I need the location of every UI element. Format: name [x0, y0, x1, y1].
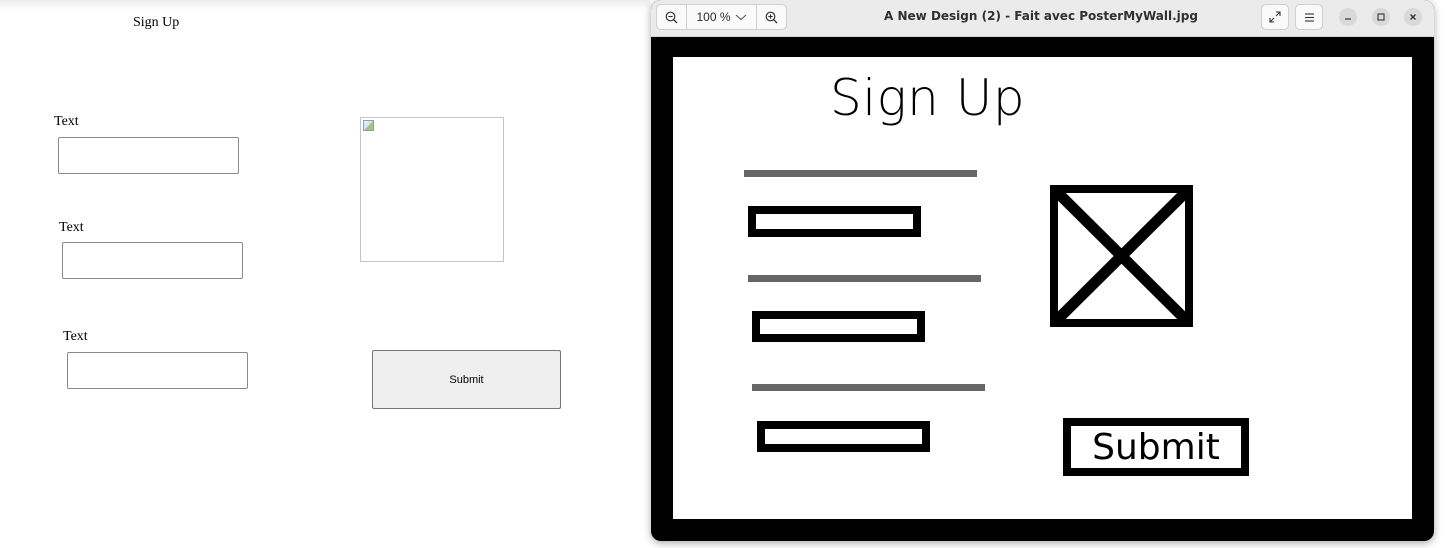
zoom-level-value: 100 % [696, 10, 731, 24]
zoom-level-dropdown[interactable]: 100 % [686, 5, 757, 29]
mockup-title: Sign Up [830, 69, 1026, 127]
submit-button[interactable]: Submit [372, 350, 561, 409]
hamburger-menu-icon [1304, 12, 1314, 22]
zoom-in-button[interactable] [757, 5, 786, 29]
close-button[interactable] [1404, 8, 1422, 26]
window-title: A New Design (2) - Fait avec PosterMyWal… [884, 9, 1198, 23]
zoom-out-button[interactable] [657, 5, 686, 29]
broken-image-icon [363, 120, 374, 131]
page-title: Sign Up [133, 15, 180, 30]
zoom-controls: 100 % [656, 4, 787, 30]
image-viewer-window: 100 % A New Design (2) - Fait avec Poste… [651, 0, 1434, 541]
mockup-submit-button: Submit [1063, 418, 1249, 476]
mockup-label-line [752, 384, 985, 391]
text-input-2[interactable] [62, 242, 243, 279]
zoom-in-icon [765, 11, 778, 23]
mockup-input-box [757, 421, 930, 452]
close-icon [1410, 14, 1416, 20]
field-label-2: Text [59, 220, 84, 235]
fullscreen-icon [1269, 11, 1281, 23]
chevron-down-icon [735, 14, 746, 20]
mockup-label-line [748, 275, 981, 282]
rendered-form-page: Sign Up Text Text Text Submit [0, 0, 650, 548]
text-input-1[interactable] [58, 137, 239, 174]
mockup-input-box [748, 206, 921, 237]
mockup-input-box [752, 311, 925, 342]
field-label-1: Text [54, 114, 79, 129]
broken-image-placeholder [360, 117, 504, 262]
maximize-icon [1377, 13, 1385, 21]
zoom-out-icon [665, 11, 678, 23]
minimize-button[interactable] [1339, 8, 1357, 26]
minimize-icon [1345, 18, 1351, 20]
field-label-3: Text [63, 329, 88, 344]
displayed-image-canvas: Sign Up Submit [673, 57, 1412, 519]
main-menu-button[interactable] [1295, 4, 1323, 30]
page-top-shadow [0, 0, 650, 10]
fullscreen-button[interactable] [1261, 4, 1289, 30]
viewer-header-bar: 100 % A New Design (2) - Fait avec Poste… [651, 0, 1434, 37]
text-input-3[interactable] [67, 352, 248, 389]
maximize-button[interactable] [1372, 8, 1390, 26]
mockup-label-line [744, 170, 977, 177]
mockup-image-placeholder-icon [1050, 185, 1193, 327]
